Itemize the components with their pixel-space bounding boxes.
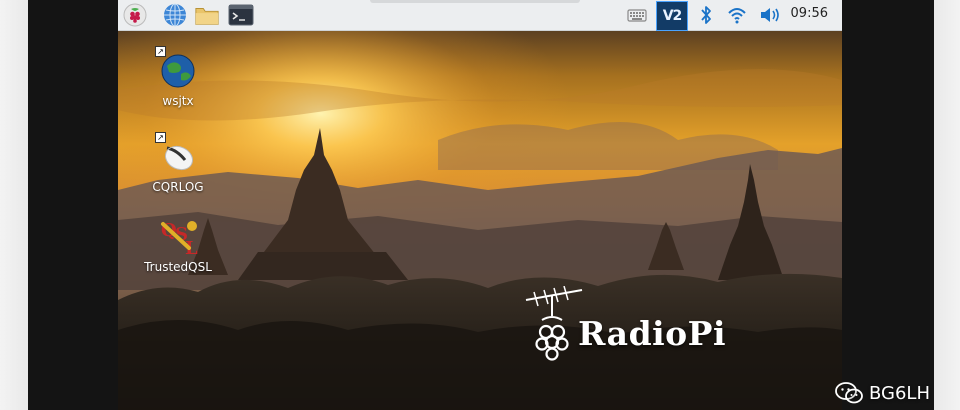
bluetooth-indicator[interactable] — [696, 4, 716, 26]
keyboard-icon — [627, 9, 647, 22]
watermark-text: BG6LH — [869, 382, 930, 404]
desktop-icon-trustedqsl[interactable]: Q S L TrustedQSL — [133, 218, 223, 274]
right-margin — [934, 0, 960, 410]
window-title-hint — [370, 0, 580, 3]
shortcut-arrow-icon: ↗ — [155, 46, 166, 57]
radiopi-logo-text: RadioPi — [578, 314, 727, 353]
vnc-icon: V2 — [662, 8, 683, 24]
wifi-icon — [728, 8, 746, 24]
web-browser-button[interactable] — [162, 2, 188, 28]
desktop-icon-cqrlog[interactable]: ↗ CQRLOG — [133, 132, 223, 194]
terminal-button[interactable] — [228, 2, 254, 28]
bluetooth-icon — [701, 6, 711, 24]
file-manager-button[interactable] — [194, 2, 220, 28]
trustedqsl-icon: Q S L — [159, 218, 198, 259]
cqrlog-icon: ↗ — [155, 132, 197, 176]
desktop-icon-label: wsjtx — [162, 94, 194, 108]
desktop-icon-wsjtx[interactable]: ↗ wsjtx — [133, 46, 223, 108]
folder-icon — [195, 8, 219, 25]
clock[interactable]: 09:56 — [791, 6, 828, 21]
volume-control[interactable] — [758, 4, 784, 26]
left-margin — [0, 0, 28, 410]
vnc-server-indicator[interactable]: V2 — [656, 1, 688, 31]
desktop-icon-label: TrustedQSL — [144, 260, 212, 274]
antenna-raspberry-icon — [525, 286, 583, 361]
raspberry-icon — [123, 3, 147, 27]
wsjtx-icon: ↗ — [155, 46, 197, 90]
taskbar: V2 09:56 — [118, 0, 842, 31]
wifi-indicator[interactable] — [726, 4, 748, 26]
desktop-icon-label: CQRLOG — [152, 180, 204, 194]
globe-icon — [164, 3, 186, 27]
keyboard-indicator[interactable] — [626, 4, 648, 26]
terminal-icon — [228, 4, 254, 26]
wechat-icon — [835, 382, 863, 404]
shortcut-arrow-icon: ↗ — [155, 132, 166, 143]
desktop-screen: V2 09:56 ↗ wsjtx ↗ CQRLOG S L TrustedQSL… — [118, 0, 842, 410]
raspberry-menu-button[interactable] — [122, 2, 148, 28]
watermark: BG6LH — [835, 382, 930, 404]
speaker-icon — [761, 8, 779, 22]
radiopi-logo: RadioPi — [524, 286, 734, 386]
